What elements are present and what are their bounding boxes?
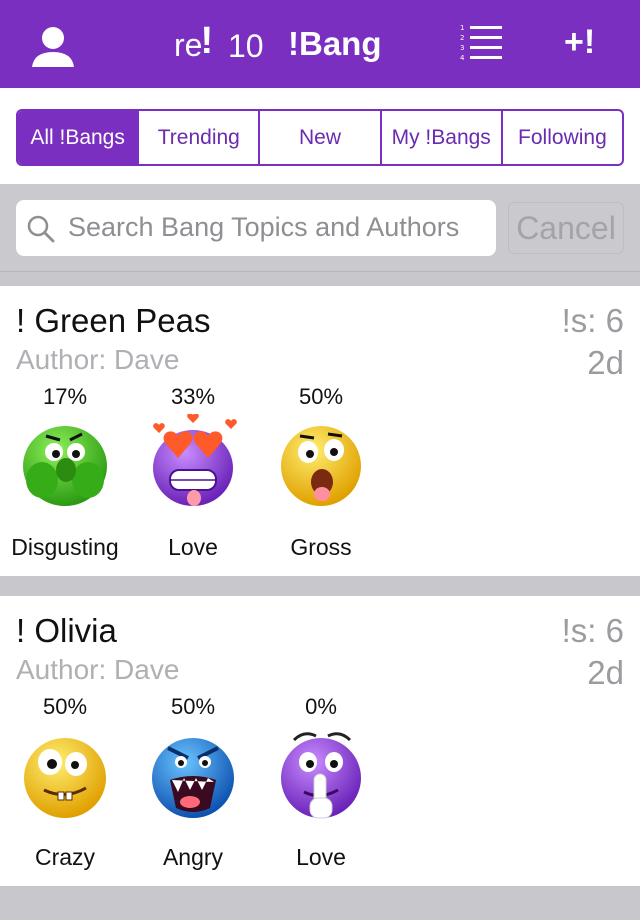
- crazy-yellow-face-icon: [24, 738, 106, 818]
- tab-new[interactable]: New: [258, 111, 379, 164]
- svg-text:2: 2: [460, 34, 464, 42]
- tab-following[interactable]: Following: [500, 111, 622, 164]
- bang-age: 2d: [587, 654, 624, 691]
- bang-title: ! Olivia: [16, 612, 117, 649]
- new-bang-button[interactable]: +!: [564, 22, 595, 62]
- bang-title: ! Green Peas: [16, 302, 211, 339]
- search-icon: [27, 215, 55, 243]
- gross-yellow-face-icon: [281, 426, 361, 506]
- bang-author: Author: Dave: [16, 344, 180, 375]
- reaction-label: Love: [296, 844, 346, 870]
- reaction-label: Gross: [290, 534, 352, 560]
- reaction-percent: 33%: [170, 384, 216, 409]
- angry-blue-face-icon: [152, 738, 234, 818]
- reaction-angry[interactable]: 50% Angry: [128, 694, 258, 874]
- profile-icon[interactable]: [30, 24, 76, 68]
- search-input[interactable]: Search Bang Topics and Authors: [16, 200, 496, 256]
- shushing-purple-face-icon: [281, 732, 361, 819]
- filter-tabs: All !Bangs Trending New My !Bangs Follow…: [16, 109, 624, 166]
- reaction-love[interactable]: 33% Love: [128, 384, 258, 564]
- reaction-percent: 0%: [305, 694, 337, 719]
- reaction-percent: 50%: [298, 384, 344, 409]
- tab-all-bangs[interactable]: All !Bangs: [18, 111, 138, 164]
- reputation-label: re!: [174, 20, 214, 63]
- reputation-value: 10: [228, 28, 264, 64]
- disgusted-green-face-icon: [23, 426, 107, 506]
- svg-text:4: 4: [460, 54, 465, 62]
- reaction-percent: 50%: [170, 694, 216, 719]
- reaction-disgusting[interactable]: 17% Disgusting: [0, 384, 130, 564]
- cancel-button[interactable]: Cancel: [508, 202, 624, 254]
- bang-card[interactable]: ! Olivia Author: Dave !s: 6 2d 50% Crazy…: [0, 596, 640, 886]
- search-placeholder: Search Bang Topics and Authors: [68, 212, 460, 242]
- tab-trending[interactable]: Trending: [137, 111, 258, 164]
- reaction-love[interactable]: 0% Love: [256, 694, 386, 874]
- bang-count: !s: 6: [561, 302, 624, 339]
- tab-my-bangs[interactable]: My !Bangs: [379, 111, 501, 164]
- bang-count: !s: 6: [561, 612, 624, 649]
- bang-age: 2d: [587, 344, 624, 381]
- app-title: !Bang: [288, 25, 382, 62]
- reaction-percent: 17%: [42, 384, 88, 409]
- ranked-list-icon[interactable]: 1 2 3 4: [458, 22, 504, 64]
- filter-tabs-area: All !Bangs Trending New My !Bangs Follow…: [0, 88, 640, 184]
- reaction-percent: 50%: [42, 694, 88, 719]
- bang-author: Author: Dave: [16, 654, 180, 685]
- bang-card[interactable]: ! Green Peas Author: Dave !s: 6 2d 17% D…: [0, 286, 640, 576]
- heart-eyes-purple-face-icon: [153, 414, 237, 506]
- top-bar: re! 10 !Bang 1 2 3 4 +!: [0, 0, 640, 88]
- reaction-gross[interactable]: 50% Gross: [256, 384, 386, 564]
- svg-text:1: 1: [460, 24, 464, 32]
- reaction-crazy[interactable]: 50% Crazy: [0, 694, 130, 874]
- svg-text:3: 3: [460, 44, 464, 52]
- search-bar-area: Search Bang Topics and Authors Cancel: [0, 184, 640, 272]
